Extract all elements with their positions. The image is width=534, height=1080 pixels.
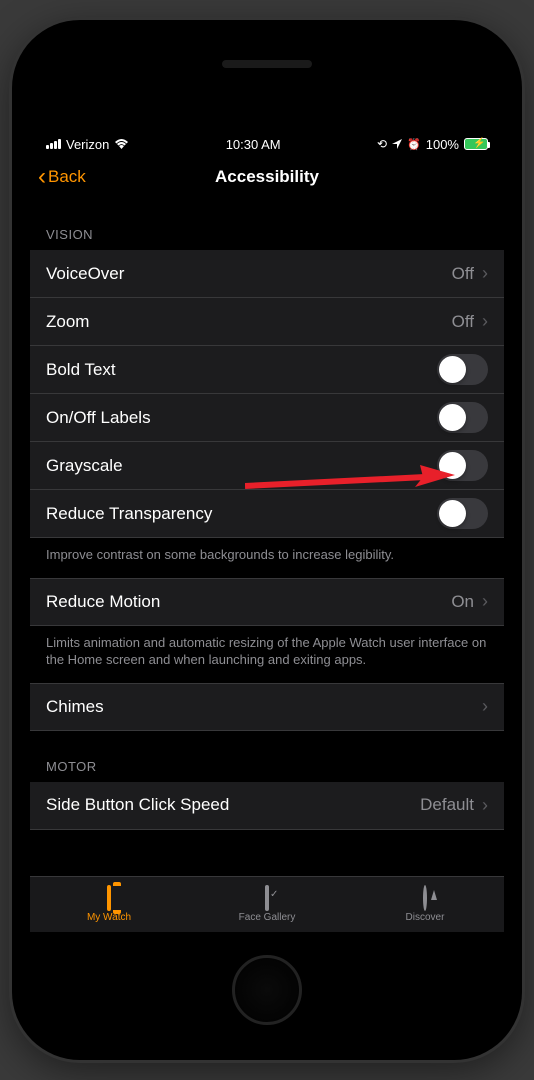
- compass-icon: [423, 887, 427, 910]
- footer-transparency: Improve contrast on some backgrounds to …: [30, 538, 504, 578]
- tab-my-watch[interactable]: My Watch: [30, 877, 188, 932]
- row-label: Chimes: [46, 697, 104, 717]
- chevron-left-icon: ‹: [38, 165, 46, 189]
- row-grayscale: Grayscale: [30, 442, 504, 490]
- watch-icon: [107, 887, 111, 910]
- phone-speaker: [222, 60, 312, 68]
- row-label: Side Button Click Speed: [46, 795, 229, 815]
- row-label: Reduce Motion: [46, 592, 160, 612]
- nav-bar: ‹ Back Accessibility: [30, 155, 504, 199]
- footer-motion: Limits animation and automatic resizing …: [30, 626, 504, 683]
- row-value: Default: [420, 795, 474, 815]
- row-label: VoiceOver: [46, 264, 124, 284]
- carrier-label: Verizon: [66, 137, 109, 152]
- status-time: 10:30 AM: [226, 137, 281, 152]
- chevron-right-icon: ›: [482, 311, 488, 332]
- toggle-grayscale[interactable]: [437, 450, 488, 481]
- row-bold-text: Bold Text: [30, 346, 504, 394]
- row-label: Reduce Transparency: [46, 504, 212, 524]
- status-bar: Verizon 10:30 AM ⟲ ⏰ 100% ⚡: [30, 133, 504, 155]
- row-onoff-labels: On/Off Labels: [30, 394, 504, 442]
- chevron-right-icon: ›: [482, 795, 488, 816]
- alarm-icon: ⏰: [407, 138, 421, 151]
- row-label: Zoom: [46, 312, 89, 332]
- row-value: Off: [452, 312, 474, 332]
- row-voiceover[interactable]: VoiceOver Off ›: [30, 250, 504, 298]
- row-label: Grayscale: [46, 456, 123, 476]
- row-reduce-motion[interactable]: Reduce Motion On ›: [30, 578, 504, 626]
- settings-list: VISION VoiceOver Off › Zoom Off ›: [30, 199, 504, 876]
- row-label: On/Off Labels: [46, 408, 151, 428]
- section-header-vision: VISION: [30, 199, 504, 250]
- toggle-reduce-transparency[interactable]: [437, 498, 488, 529]
- location-icon: [392, 137, 402, 152]
- chevron-right-icon: ›: [482, 263, 488, 284]
- row-zoom[interactable]: Zoom Off ›: [30, 298, 504, 346]
- orientation-lock-icon: ⟲: [377, 137, 387, 151]
- signal-icon: [46, 139, 61, 149]
- phone-screen: Verizon 10:30 AM ⟲ ⏰ 100% ⚡: [30, 38, 504, 1042]
- row-label: Bold Text: [46, 360, 116, 380]
- back-label: Back: [48, 167, 86, 187]
- toggle-onoff-labels[interactable]: [437, 402, 488, 433]
- phone-frame: Verizon 10:30 AM ⟲ ⏰ 100% ⚡: [12, 20, 522, 1060]
- battery-icon: ⚡: [464, 138, 488, 150]
- battery-pct: 100%: [426, 137, 459, 152]
- tab-label: My Watch: [87, 912, 131, 923]
- row-value: On: [451, 592, 474, 612]
- row-value: Off: [452, 264, 474, 284]
- chevron-right-icon: ›: [482, 696, 488, 717]
- toggle-bold-text[interactable]: [437, 354, 488, 385]
- chevron-right-icon: ›: [482, 591, 488, 612]
- home-button[interactable]: [232, 955, 302, 1025]
- wifi-icon: [114, 137, 129, 152]
- row-reduce-transparency: Reduce Transparency: [30, 490, 504, 538]
- page-title: Accessibility: [30, 167, 504, 187]
- row-chimes[interactable]: Chimes ›: [30, 683, 504, 731]
- tab-face-gallery[interactable]: Face Gallery: [188, 877, 346, 932]
- tab-bar: My Watch Face Gallery Discover: [30, 876, 504, 932]
- section-header-motor: MOTOR: [30, 731, 504, 782]
- face-gallery-icon: [265, 887, 269, 910]
- row-side-button-speed[interactable]: Side Button Click Speed Default ›: [30, 782, 504, 830]
- back-button[interactable]: ‹ Back: [38, 165, 86, 189]
- tab-label: Face Gallery: [239, 912, 296, 923]
- tab-discover[interactable]: Discover: [346, 877, 504, 932]
- tab-label: Discover: [406, 912, 445, 923]
